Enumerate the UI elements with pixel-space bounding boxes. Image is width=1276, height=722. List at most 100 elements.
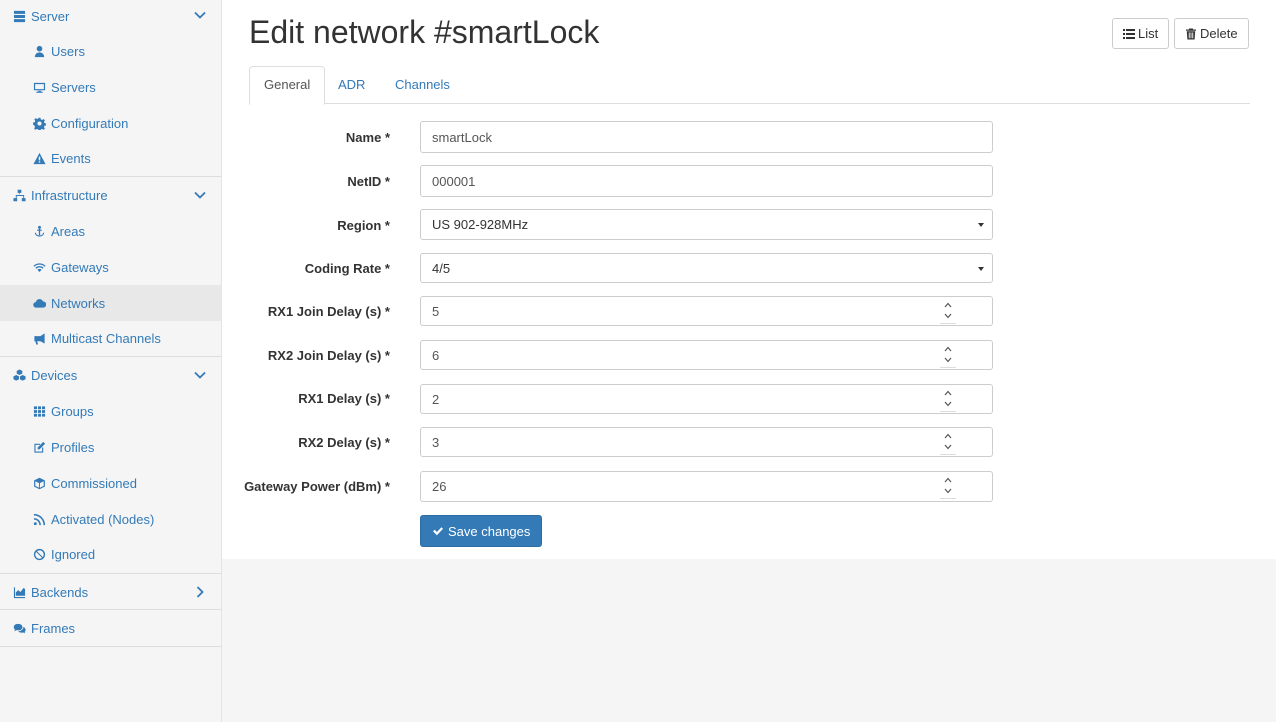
number-stepper[interactable]: [940, 475, 956, 499]
cube-icon: [32, 476, 46, 490]
sidebar-section-backends[interactable]: Backends: [0, 574, 221, 610]
chevron-down-icon: [944, 313, 952, 319]
sidebar-item-label: Servers: [51, 79, 96, 95]
number-stepper[interactable]: [940, 344, 956, 368]
coding-rate-select[interactable]: 4/5: [420, 253, 993, 283]
sidebar-item-configuration[interactable]: Configuration: [0, 105, 221, 141]
sidebar-item-label: Profiles: [51, 439, 95, 455]
name-field[interactable]: smartLock: [420, 121, 993, 153]
sidebar-item-label: Areas: [51, 223, 85, 239]
chevron-up-icon: [944, 302, 952, 308]
sidebar-item-ignored[interactable]: Ignored: [0, 536, 221, 572]
delete-button[interactable]: Delete: [1174, 18, 1249, 49]
chevron-down-icon[interactable]: [193, 8, 207, 22]
gateway-power-label: Gateway Power (dBm) *: [244, 479, 390, 494]
chevron-down-icon[interactable]: [193, 188, 207, 202]
chevron-right-icon[interactable]: [193, 585, 207, 599]
ban-icon: [32, 547, 46, 561]
sidebar-item-areas[interactable]: Areas: [0, 213, 221, 249]
sitemap-icon: [12, 188, 26, 202]
desktop-icon: [32, 80, 46, 94]
list-icon: [1123, 28, 1135, 39]
number-stepper[interactable]: [940, 300, 956, 324]
sidebar: Server Users Servers Configuration Event…: [0, 0, 222, 722]
delete-button-label: Delete: [1200, 26, 1238, 41]
edit-icon: [32, 440, 46, 454]
region-select[interactable]: US 902-928MHz: [420, 209, 993, 240]
sidebar-section-frames[interactable]: Frames: [0, 610, 221, 646]
chevron-down-icon[interactable]: [193, 368, 207, 382]
netid-label: NetID *: [347, 174, 390, 189]
rx2-delay-field[interactable]: 3: [420, 427, 993, 457]
sidebar-item-label: Events: [51, 150, 91, 166]
comments-icon: [12, 621, 26, 635]
sidebar-item-profiles[interactable]: Profiles: [0, 429, 221, 465]
sidebar-item-label: Commissioned: [51, 475, 137, 491]
bullhorn-icon: [32, 331, 46, 345]
sidebar-item-multicast-channels[interactable]: Multicast Channels: [0, 320, 221, 356]
sidebar-item-label: Configuration: [51, 115, 129, 131]
trash-icon: [1186, 28, 1196, 39]
rx1-delay-value: 2: [432, 391, 440, 407]
region-label: Region *: [337, 218, 390, 233]
number-stepper[interactable]: [940, 388, 956, 412]
sidebar-item-commissioned[interactable]: Commissioned: [0, 465, 221, 501]
chevron-up-icon: [944, 346, 952, 352]
chevron-up-icon: [944, 477, 952, 483]
sidebar-section-infrastructure[interactable]: Infrastructure: [0, 177, 221, 213]
sidebar-item-networks[interactable]: Networks: [0, 285, 221, 321]
rss-icon: [32, 512, 46, 526]
rx1-join-delay-value: 5: [432, 303, 440, 319]
sidebar-item-servers[interactable]: Servers: [0, 69, 221, 105]
chevron-down-icon: [944, 357, 952, 363]
sidebar-section-label: Frames: [31, 620, 76, 636]
sidebar-item-users[interactable]: Users: [0, 33, 221, 69]
region-value: US 902-928MHz: [432, 217, 529, 232]
save-button-label: Save changes: [448, 523, 531, 539]
chevron-down-icon: [944, 444, 952, 450]
cloud-icon: [32, 296, 46, 310]
tab-general[interactable]: General: [249, 66, 326, 105]
save-button[interactable]: Save changes: [420, 515, 543, 547]
tab-channels[interactable]: Channels: [381, 66, 464, 104]
chart-icon: [12, 585, 26, 599]
sidebar-item-label: Multicast Channels: [51, 330, 161, 346]
coding-rate-label: Coding Rate *: [304, 261, 390, 276]
number-stepper[interactable]: [940, 431, 956, 455]
anchor-icon: [32, 224, 46, 238]
tab-adr[interactable]: ADR: [324, 66, 379, 104]
sidebar-item-groups[interactable]: Groups: [0, 393, 221, 429]
list-button[interactable]: List: [1112, 18, 1170, 49]
caret-down-icon: [978, 267, 984, 271]
coding-rate-value: 4/5: [432, 260, 451, 276]
check-icon: [433, 527, 443, 536]
sidebar-item-label: Activated (Nodes): [51, 511, 155, 527]
sidebar-item-activated-nodes[interactable]: Activated (Nodes): [0, 501, 221, 537]
sidebar-section-label: Backends: [31, 584, 89, 600]
gateway-power-field[interactable]: 26: [420, 471, 993, 502]
sidebar-section-devices[interactable]: Devices: [0, 357, 221, 393]
sidebar-item-label: Networks: [51, 295, 106, 311]
sidebar-section-server[interactable]: Server: [0, 0, 221, 32]
rx2-join-delay-field[interactable]: 6: [420, 340, 993, 370]
gear-icon: [32, 116, 46, 130]
name-label: Name *: [345, 130, 390, 145]
list-button-label: List: [1138, 26, 1159, 41]
sidebar-item-gateways[interactable]: Gateways: [0, 249, 221, 285]
rx1-delay-field[interactable]: 2: [420, 384, 993, 414]
rx2-delay-label: RX2 Delay (s) *: [298, 435, 390, 450]
rx1-join-delay-label: RX1 Join Delay (s) *: [267, 304, 390, 319]
main-content: Edit network #smartLock List Delete Gene…: [222, 0, 1276, 559]
netid-field[interactable]: 000001: [420, 165, 993, 197]
rx2-delay-value: 3: [432, 434, 440, 450]
page-title: Edit network #smartLock: [249, 14, 600, 50]
server-icon: [12, 9, 26, 23]
rx1-join-delay-field[interactable]: 5: [420, 296, 993, 326]
caret-down-icon: [978, 223, 984, 227]
sidebar-section-label: Devices: [31, 367, 78, 383]
sidebar-item-label: Groups: [51, 403, 94, 419]
grid-icon: [32, 404, 46, 418]
rx1-delay-label: RX1 Delay (s) *: [298, 391, 390, 406]
tab-bar: General ADR Channels: [249, 66, 1250, 105]
sidebar-item-events[interactable]: Events: [0, 140, 221, 176]
